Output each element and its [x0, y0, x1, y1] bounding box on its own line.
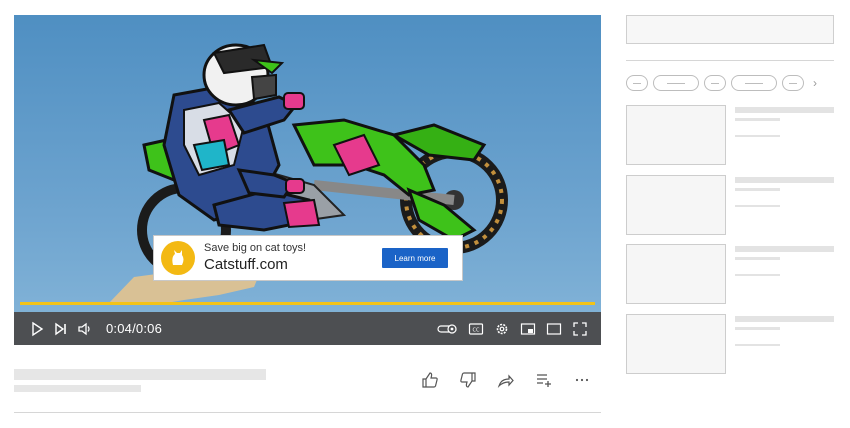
video-title-placeholder — [735, 316, 834, 322]
ad-text: Save big on cat toys! Catstuff.com — [204, 242, 306, 274]
miniplayer-icon[interactable] — [517, 318, 539, 340]
channel-placeholder — [735, 257, 780, 260]
filter-chip[interactable] — [626, 75, 648, 91]
ad-domain: Catstuff.com — [204, 256, 288, 273]
video-thumbnail — [626, 105, 726, 165]
progress-bar[interactable] — [20, 302, 595, 305]
learn-more-button[interactable]: Learn more — [382, 248, 448, 268]
dislike-icon[interactable] — [456, 369, 480, 391]
player-right-controls: CC — [435, 318, 601, 340]
captions-icon[interactable]: CC — [465, 318, 487, 340]
chevron-right-icon[interactable]: › — [813, 76, 817, 90]
share-icon[interactable] — [494, 369, 518, 391]
next-icon[interactable] — [50, 318, 72, 340]
channel-name-placeholder — [14, 385, 141, 392]
recommended-video[interactable] — [626, 244, 834, 304]
time-display: 0:04/0:06 — [106, 321, 163, 336]
video-thumbnail — [626, 244, 726, 304]
volume-icon[interactable] — [74, 318, 96, 340]
video-title-placeholder — [735, 107, 834, 113]
ad-tagline: Save big on cat toys! — [204, 242, 307, 254]
recommended-video[interactable] — [626, 175, 834, 235]
filter-chip[interactable] — [731, 75, 777, 91]
video-thumbnail — [626, 314, 726, 374]
meta-placeholder — [735, 274, 780, 276]
svg-text:CC: CC — [473, 327, 480, 333]
video-title-placeholder — [14, 369, 266, 380]
filter-chip[interactable] — [782, 75, 804, 91]
theater-mode-icon[interactable] — [543, 318, 565, 340]
channel-placeholder — [735, 118, 780, 121]
sidebar-divider — [626, 60, 834, 61]
meta-placeholder — [735, 344, 780, 346]
ad-overlay[interactable]: Save big on cat toys! Catstuff.com Learn… — [153, 235, 463, 281]
like-icon[interactable] — [418, 369, 442, 391]
video-thumbnail — [626, 175, 726, 235]
channel-placeholder — [735, 188, 780, 191]
player-controls: 0:04/0:06 CC — [14, 312, 601, 345]
video-actions — [418, 369, 594, 391]
sidebar-search-placeholder[interactable] — [626, 15, 834, 44]
more-icon[interactable] — [570, 369, 594, 391]
play-icon[interactable] — [26, 318, 48, 340]
video-player[interactable]: Save big on cat toys! Catstuff.com Learn… — [14, 15, 601, 345]
progress-bar-fill — [20, 302, 595, 305]
meta-placeholder — [735, 135, 780, 137]
recommended-video[interactable] — [626, 314, 834, 374]
autoplay-toggle-icon[interactable] — [435, 318, 461, 340]
cat-logo-icon — [161, 241, 195, 275]
save-to-playlist-icon[interactable] — [532, 369, 556, 391]
video-title-placeholder — [735, 246, 834, 252]
recommended-video[interactable] — [626, 105, 834, 165]
filter-chip[interactable] — [704, 75, 726, 91]
video-title-placeholder — [735, 177, 834, 183]
fullscreen-icon[interactable] — [569, 318, 591, 340]
content-divider — [14, 412, 601, 413]
settings-gear-icon[interactable] — [491, 318, 513, 340]
filter-chips: › — [626, 75, 817, 91]
watch-page: Save big on cat toys! Catstuff.com Learn… — [0, 0, 850, 428]
meta-placeholder — [735, 205, 780, 207]
channel-placeholder — [735, 327, 780, 330]
filter-chip[interactable] — [653, 75, 699, 91]
